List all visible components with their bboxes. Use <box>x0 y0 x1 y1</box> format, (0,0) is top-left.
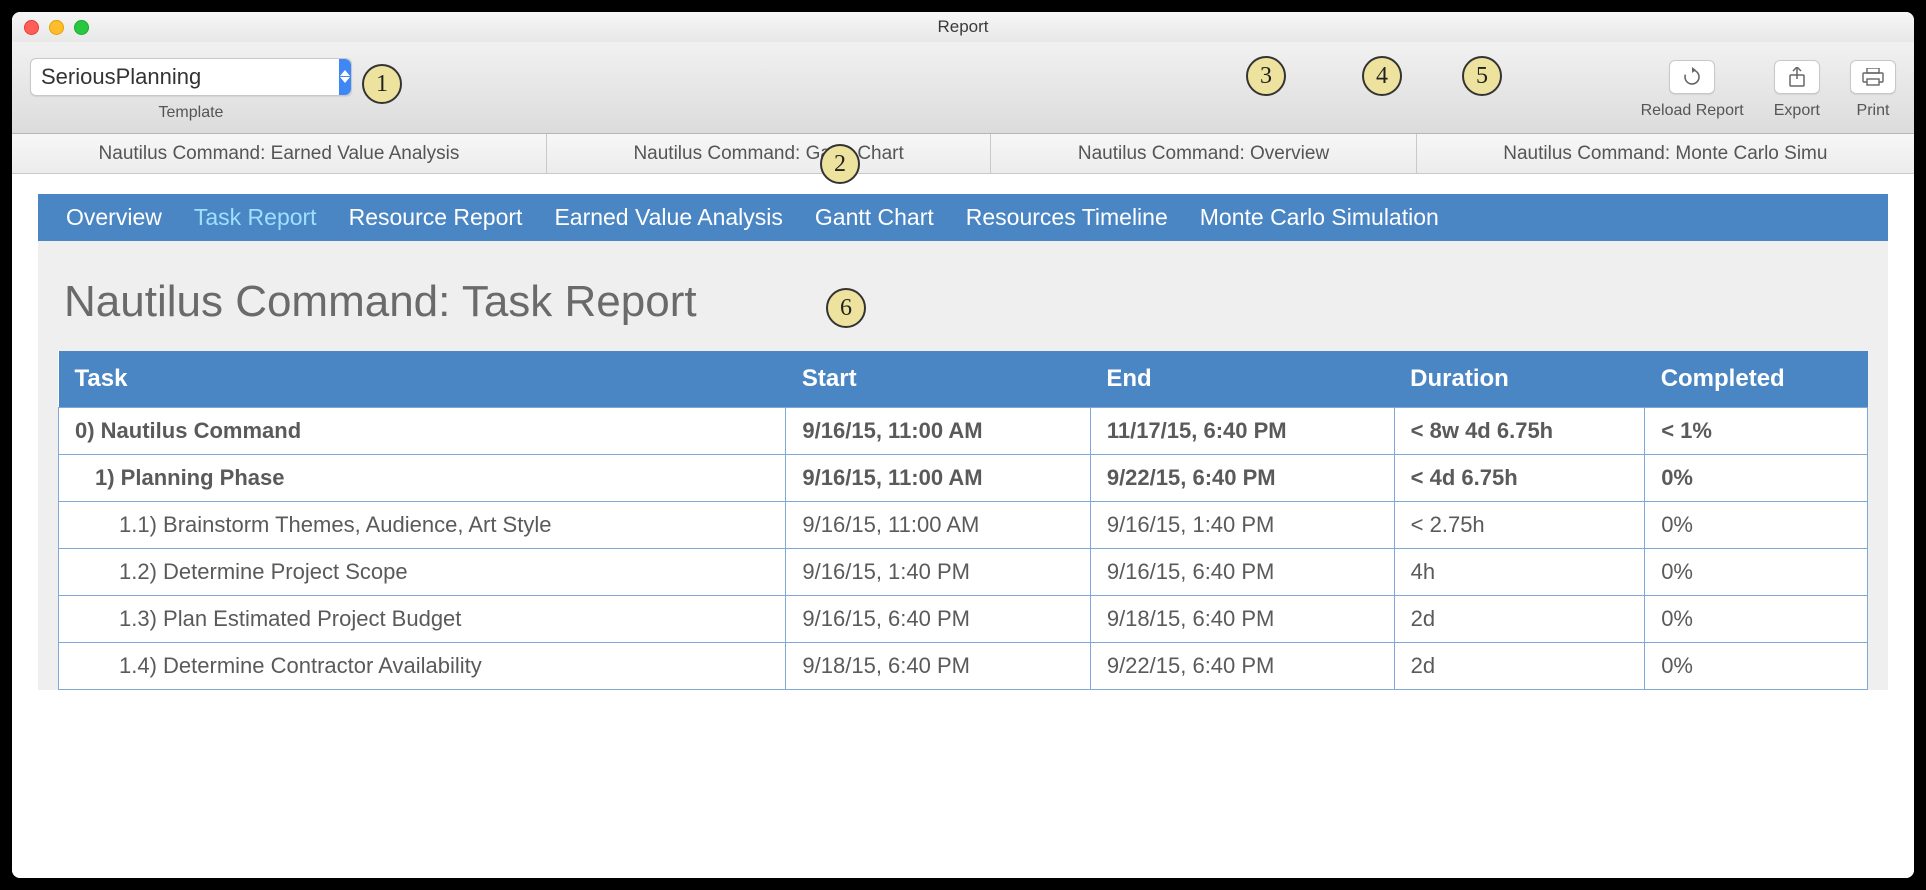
cell-completed: < 1% <box>1645 408 1868 455</box>
callout-6: 6 <box>826 288 866 328</box>
subnav-gantt-chart[interactable]: Gantt Chart <box>815 204 934 231</box>
subnav-resources-timeline[interactable]: Resources Timeline <box>966 204 1168 231</box>
cell-completed: 0% <box>1645 596 1868 643</box>
template-select[interactable] <box>30 58 352 96</box>
cell-task: 0) Nautilus Command <box>59 408 786 455</box>
toolbar: Template Reload Report <box>12 42 1914 134</box>
cell-start: 9/16/15, 6:40 PM <box>786 596 1090 643</box>
callout-5: 5 <box>1462 56 1502 96</box>
cell-duration: < 8w 4d 6.75h <box>1394 408 1645 455</box>
subnav-resource-report[interactable]: Resource Report <box>349 204 523 231</box>
cell-task: 1) Planning Phase <box>59 455 786 502</box>
titlebar: Report <box>12 12 1914 42</box>
cell-task: 1.1) Brainstorm Themes, Audience, Art St… <box>59 502 786 549</box>
col-end: End <box>1090 351 1394 408</box>
table-row: 1.1) Brainstorm Themes, Audience, Art St… <box>59 502 1868 549</box>
cell-start: 9/16/15, 1:40 PM <box>786 549 1090 596</box>
table-row: 1.4) Determine Contractor Availability9/… <box>59 643 1868 690</box>
cell-duration: < 2.75h <box>1394 502 1645 549</box>
report-viewport: Overview Task Report Resource Report Ear… <box>12 174 1914 878</box>
cell-end: 9/16/15, 6:40 PM <box>1090 549 1394 596</box>
cell-end: 11/17/15, 6:40 PM <box>1090 408 1394 455</box>
cell-start: 9/18/15, 6:40 PM <box>786 643 1090 690</box>
table-row: 1.2) Determine Project Scope9/16/15, 1:4… <box>59 549 1868 596</box>
reload-label: Reload Report <box>1641 102 1744 120</box>
cell-duration: 2d <box>1394 643 1645 690</box>
subnav-task-report[interactable]: Task Report <box>194 204 317 231</box>
subnav-overview[interactable]: Overview <box>66 204 162 231</box>
template-input[interactable] <box>31 59 339 95</box>
template-label: Template <box>159 104 224 122</box>
cell-duration: 2d <box>1394 596 1645 643</box>
template-group: Template <box>30 58 352 122</box>
col-task: Task <box>59 351 786 408</box>
task-table: Task Start End Duration Completed 0) Nau… <box>58 351 1868 690</box>
section-name: Task Report <box>462 277 697 326</box>
printer-icon <box>1862 68 1884 86</box>
subnav: Overview Task Report Resource Report Ear… <box>38 194 1888 241</box>
col-start: Start <box>786 351 1090 408</box>
share-icon <box>1788 67 1806 87</box>
cell-completed: 0% <box>1645 502 1868 549</box>
callout-2: 2 <box>820 144 860 184</box>
reload-icon <box>1682 67 1702 87</box>
cell-start: 9/16/15, 11:00 AM <box>786 408 1090 455</box>
report-title: Nautilus Command: Task Report <box>58 271 1868 351</box>
export-label: Export <box>1774 102 1820 120</box>
table-row: 1) Planning Phase9/16/15, 11:00 AM9/22/1… <box>59 455 1868 502</box>
cell-task: 1.2) Determine Project Scope <box>59 549 786 596</box>
report-window: Report Template Reload Repo <box>12 12 1914 878</box>
reload-button[interactable] <box>1669 60 1715 94</box>
traffic-lights <box>24 20 89 35</box>
tab-gantt-chart[interactable]: Nautilus Command: Gantt Chart <box>547 134 991 173</box>
table-row: 1.3) Plan Estimated Project Budget9/16/1… <box>59 596 1868 643</box>
zoom-button[interactable] <box>74 20 89 35</box>
dropdown-arrows-icon[interactable] <box>339 59 351 95</box>
callout-4: 4 <box>1362 56 1402 96</box>
report-body: Nautilus Command: Task Report Task Start… <box>38 241 1888 690</box>
close-button[interactable] <box>24 20 39 35</box>
cell-end: 9/16/15, 1:40 PM <box>1090 502 1394 549</box>
cell-completed: 0% <box>1645 549 1868 596</box>
callout-1: 1 <box>362 64 402 104</box>
print-group: Print <box>1850 60 1896 120</box>
export-button[interactable] <box>1774 60 1820 94</box>
report: Overview Task Report Resource Report Ear… <box>38 194 1888 690</box>
col-completed: Completed <box>1645 351 1868 408</box>
project-name: Nautilus Command: <box>64 277 450 326</box>
print-label: Print <box>1857 102 1890 120</box>
col-duration: Duration <box>1394 351 1645 408</box>
cell-end: 9/22/15, 6:40 PM <box>1090 643 1394 690</box>
cell-start: 9/16/15, 11:00 AM <box>786 455 1090 502</box>
print-button[interactable] <box>1850 60 1896 94</box>
cell-task: 1.4) Determine Contractor Availability <box>59 643 786 690</box>
cell-end: 9/18/15, 6:40 PM <box>1090 596 1394 643</box>
tab-overview[interactable]: Nautilus Command: Overview <box>991 134 1416 173</box>
table-header-row: Task Start End Duration Completed <box>59 351 1868 408</box>
cell-task: 1.3) Plan Estimated Project Budget <box>59 596 786 643</box>
export-group: Export <box>1774 60 1820 120</box>
cell-duration: < 4d 6.75h <box>1394 455 1645 502</box>
table-row: 0) Nautilus Command9/16/15, 11:00 AM11/1… <box>59 408 1868 455</box>
cell-end: 9/22/15, 6:40 PM <box>1090 455 1394 502</box>
tab-monte-carlo[interactable]: Nautilus Command: Monte Carlo Simu <box>1417 134 1914 173</box>
cell-start: 9/16/15, 11:00 AM <box>786 502 1090 549</box>
minimize-button[interactable] <box>49 20 64 35</box>
cell-completed: 0% <box>1645 643 1868 690</box>
cell-duration: 4h <box>1394 549 1645 596</box>
tabbar: Nautilus Command: Earned Value Analysis … <box>12 134 1914 174</box>
subnav-monte-carlo[interactable]: Monte Carlo Simulation <box>1200 204 1439 231</box>
subnav-earned-value[interactable]: Earned Value Analysis <box>554 204 782 231</box>
tab-earned-value[interactable]: Nautilus Command: Earned Value Analysis <box>12 134 547 173</box>
toolbar-right: Reload Report Export <box>1641 60 1896 120</box>
cell-completed: 0% <box>1645 455 1868 502</box>
reload-group: Reload Report <box>1641 60 1744 120</box>
window-title: Report <box>937 17 988 37</box>
callout-3: 3 <box>1246 56 1286 96</box>
